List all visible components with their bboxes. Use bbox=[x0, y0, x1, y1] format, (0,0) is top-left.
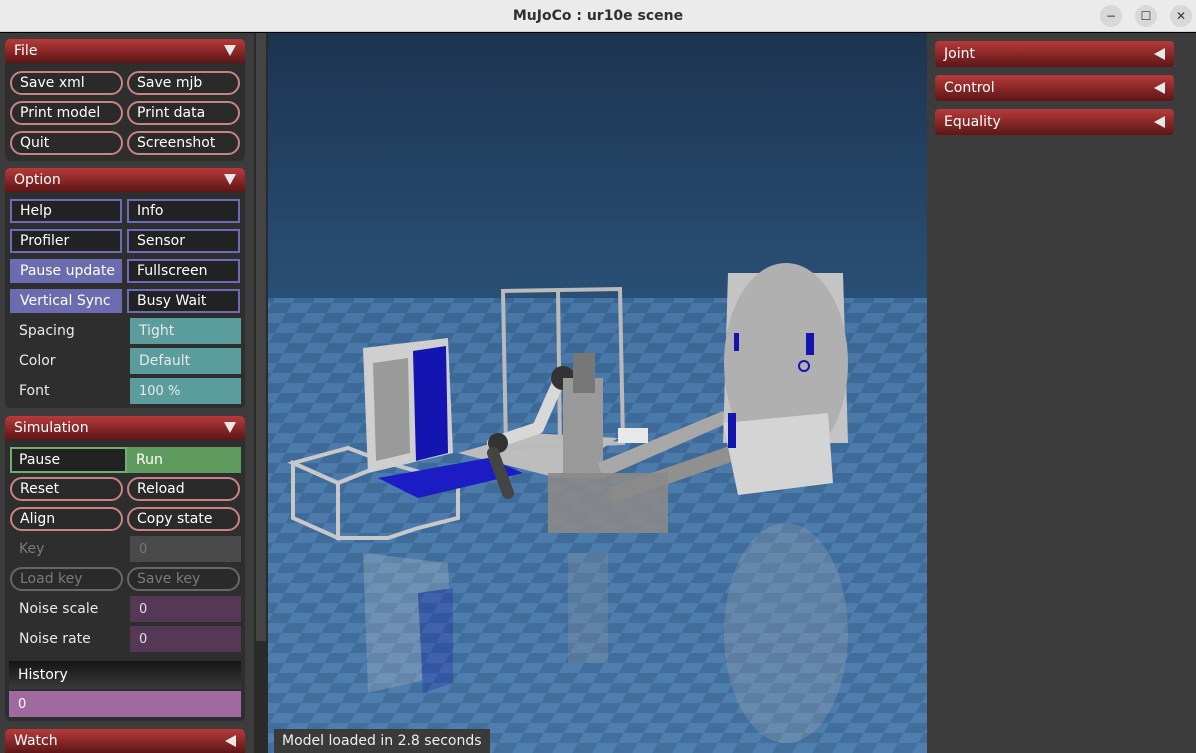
save-key-button[interactable]: Save key bbox=[127, 567, 240, 591]
expand-arrow-icon bbox=[1154, 48, 1165, 60]
option-section: Option Help Info Profiler Sensor Pause u… bbox=[5, 168, 245, 408]
load-key-button[interactable]: Load key bbox=[10, 567, 123, 591]
save-mjb-button[interactable]: Save mjb bbox=[127, 71, 240, 95]
cabinet bbox=[363, 338, 453, 473]
option-section-title: Option bbox=[14, 172, 61, 188]
run-radio[interactable]: Run bbox=[127, 447, 241, 473]
simulation-section: Simulation Pause Run Reset Reload Align … bbox=[5, 416, 245, 721]
maximize-icon[interactable]: ☐ bbox=[1135, 5, 1157, 27]
reload-button[interactable]: Reload bbox=[127, 477, 240, 501]
expand-arrow-icon bbox=[1154, 116, 1165, 128]
joint-section-header[interactable]: Joint bbox=[935, 41, 1174, 67]
simulation-section-title: Simulation bbox=[14, 420, 89, 436]
3d-viewport[interactable]: Model loaded in 2.8 seconds bbox=[268, 33, 927, 753]
pause-update-checkbox[interactable]: Pause update bbox=[10, 259, 122, 283]
print-model-button[interactable]: Print model bbox=[10, 101, 123, 125]
collapse-arrow-icon bbox=[224, 174, 236, 185]
control-section-header[interactable]: Control bbox=[935, 75, 1174, 101]
help-checkbox[interactable]: Help bbox=[10, 199, 122, 223]
right-ui-panel: Joint Control Equality bbox=[927, 33, 1196, 753]
scrollbar-thumb[interactable] bbox=[256, 33, 266, 641]
left-panel-scrollbar[interactable] bbox=[254, 33, 268, 753]
key-slider[interactable]: 0 bbox=[130, 536, 241, 562]
profiler-checkbox[interactable]: Profiler bbox=[10, 229, 122, 253]
noise-rate-slider[interactable]: 0 bbox=[130, 626, 241, 652]
minimize-icon[interactable]: − bbox=[1100, 5, 1122, 27]
vertical-sync-checkbox[interactable]: Vertical Sync bbox=[10, 289, 122, 313]
option-section-header[interactable]: Option bbox=[5, 168, 245, 192]
scanner-machine bbox=[723, 263, 848, 495]
equality-section-header[interactable]: Equality bbox=[935, 109, 1174, 135]
expand-arrow-icon bbox=[225, 735, 236, 747]
left-ui-panel: File Save xml Save mjb Print model Print… bbox=[0, 33, 254, 753]
noise-scale-label: Noise scale bbox=[19, 601, 99, 617]
copy-state-button[interactable]: Copy state bbox=[127, 507, 240, 531]
joint-section-title: Joint bbox=[944, 46, 975, 62]
control-section-title: Control bbox=[944, 80, 995, 96]
collapse-arrow-icon bbox=[224, 45, 236, 56]
key-label: Key bbox=[19, 541, 45, 557]
spacing-label: Spacing bbox=[19, 323, 75, 339]
file-section-title: File bbox=[14, 43, 38, 59]
color-select[interactable]: Default bbox=[130, 348, 241, 374]
scene-render bbox=[268, 263, 927, 753]
font-label: Font bbox=[19, 383, 50, 399]
reset-button[interactable]: Reset bbox=[10, 477, 123, 501]
expand-arrow-icon bbox=[1154, 82, 1165, 94]
fullscreen-checkbox[interactable]: Fullscreen bbox=[127, 259, 240, 283]
file-section: File Save xml Save mjb Print model Print… bbox=[5, 39, 245, 161]
info-checkbox[interactable]: Info bbox=[127, 199, 240, 223]
sensor-checkbox[interactable]: Sensor bbox=[127, 229, 240, 253]
align-button[interactable]: Align bbox=[10, 507, 123, 531]
font-select[interactable]: 100 % bbox=[130, 378, 241, 404]
quit-button[interactable]: Quit bbox=[10, 131, 123, 155]
window-titlebar: MuJoCo : ur10e scene − ☐ ✕ bbox=[0, 0, 1196, 32]
save-xml-button[interactable]: Save xml bbox=[10, 71, 123, 95]
noise-scale-slider[interactable]: 0 bbox=[130, 596, 241, 622]
file-section-header[interactable]: File bbox=[5, 39, 245, 63]
noise-rate-label: Noise rate bbox=[19, 631, 91, 647]
equality-section-title: Equality bbox=[944, 114, 1001, 130]
busy-wait-checkbox[interactable]: Busy Wait bbox=[127, 289, 240, 313]
watch-section-header[interactable]: Watch bbox=[5, 729, 245, 753]
window-title: MuJoCo : ur10e scene bbox=[512, 7, 684, 24]
simulation-section-header[interactable]: Simulation bbox=[5, 416, 245, 440]
status-message: Model loaded in 2.8 seconds bbox=[274, 729, 490, 753]
collapse-arrow-icon bbox=[224, 422, 236, 433]
history-slider[interactable]: 0 bbox=[9, 691, 241, 717]
spacing-select[interactable]: Tight bbox=[130, 318, 241, 344]
color-label: Color bbox=[19, 353, 56, 369]
watch-section-title: Watch bbox=[14, 733, 58, 749]
watch-section: Watch bbox=[5, 729, 245, 753]
pause-radio[interactable]: Pause bbox=[10, 447, 127, 473]
history-label: History bbox=[18, 667, 68, 683]
screenshot-button[interactable]: Screenshot bbox=[127, 131, 240, 155]
close-icon[interactable]: ✕ bbox=[1170, 5, 1192, 27]
history-separator: History bbox=[9, 661, 241, 689]
print-data-button[interactable]: Print data bbox=[127, 101, 240, 125]
